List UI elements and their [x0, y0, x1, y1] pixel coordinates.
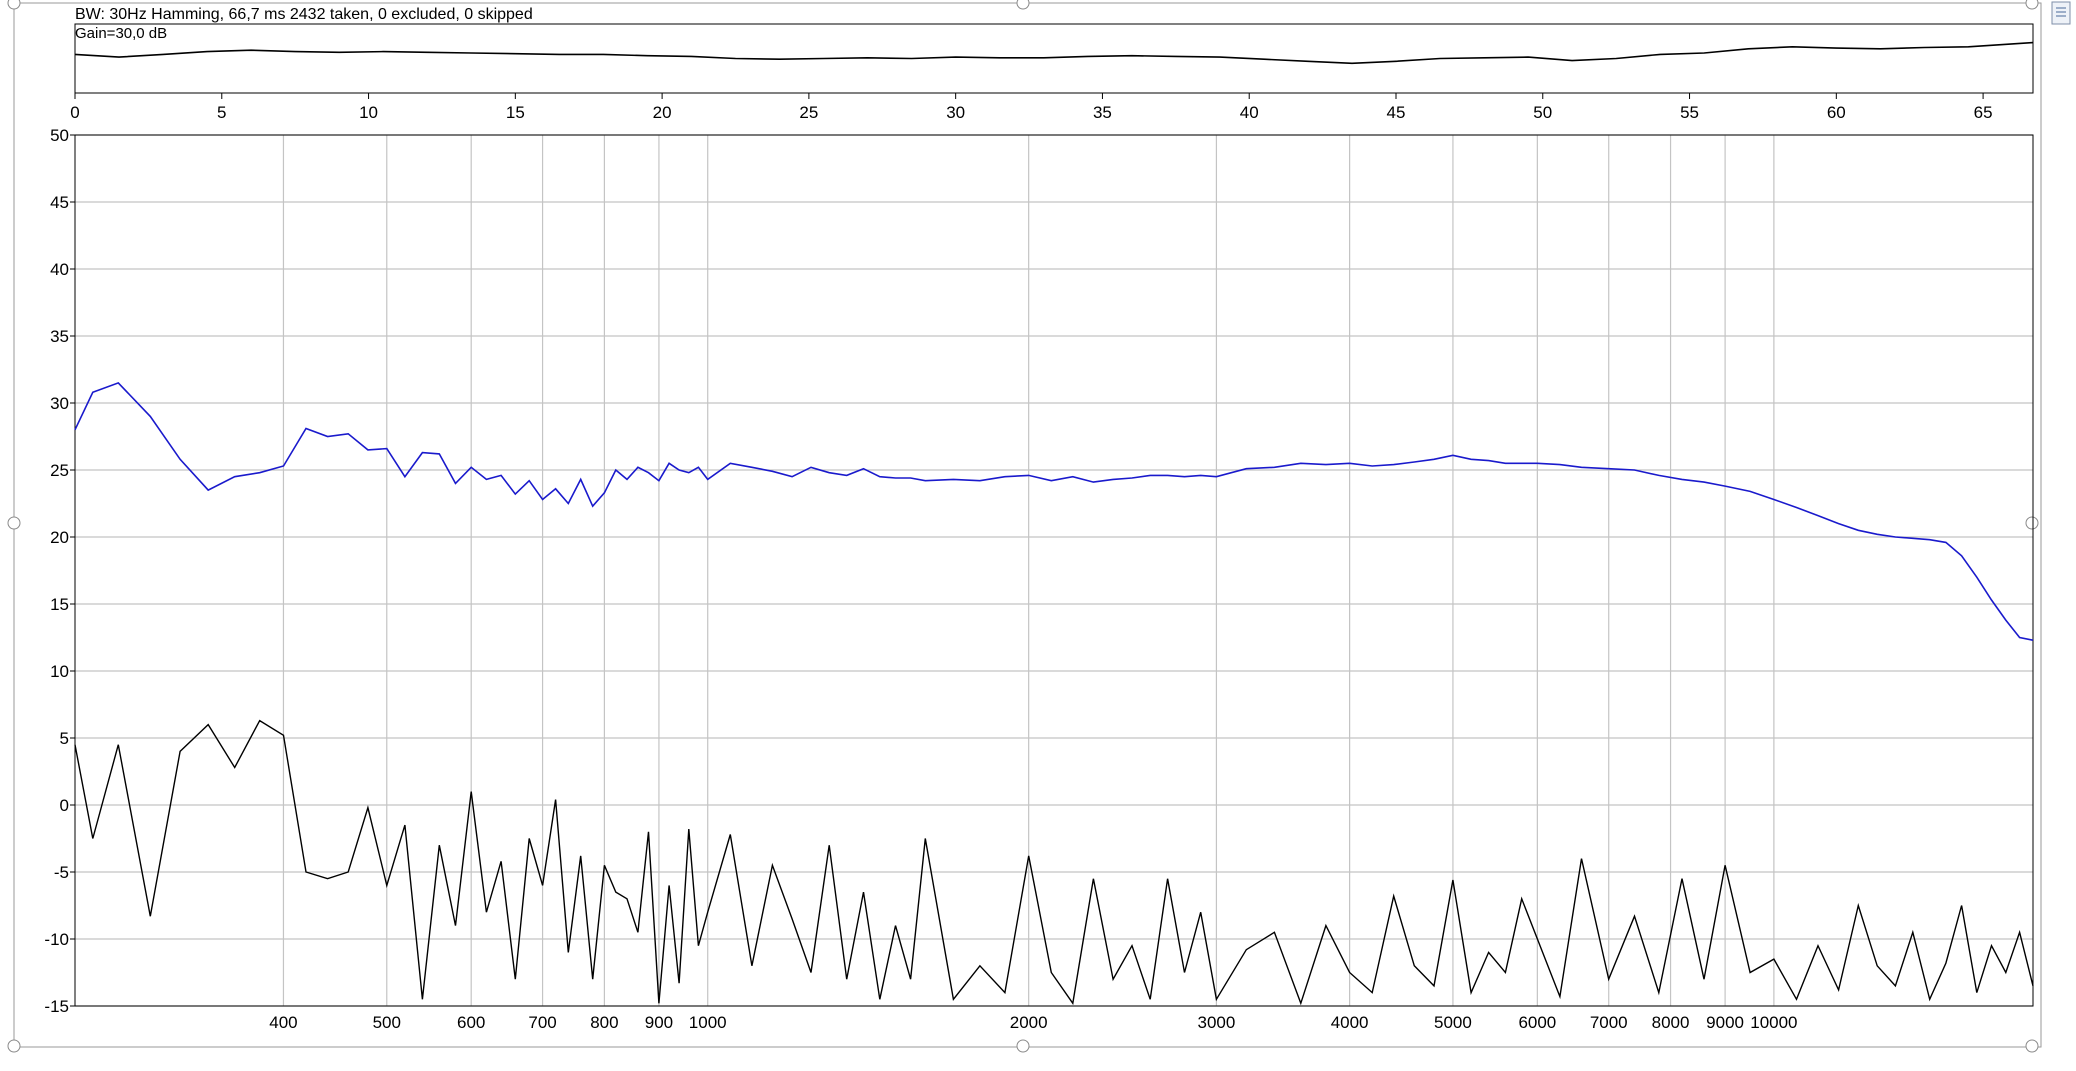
y-tick-label: 20 [50, 528, 69, 547]
time-strip-ticks: 0 5 10 15 20 25 30 35 40 45 50 55 60 65 [70, 93, 1993, 122]
resize-handle-icon[interactable] [1016, 1039, 1030, 1053]
chart-canvas: BW: 30Hz Hamming, 66,7 ms 2432 taken, 0 … [7, 0, 2071, 1053]
time-strip-tick-label: 60 [1827, 103, 1846, 122]
noise-series-line [74, 719, 2034, 1006]
resize-handle-icon[interactable] [1016, 0, 1030, 10]
x-tick-label: 8000 [1652, 1013, 1690, 1032]
x-tick-label: 6000 [1518, 1013, 1556, 1032]
chart-options-icon[interactable] [2051, 1, 2071, 25]
x-tick-label: 800 [590, 1013, 618, 1032]
time-strip-tick-label: 50 [1533, 103, 1552, 122]
y-tick-label: -15 [44, 997, 69, 1016]
x-tick-label: 3000 [1197, 1013, 1235, 1032]
gain-label: Gain=30,0 dB [75, 25, 167, 42]
x-tick-label: 7000 [1590, 1013, 1628, 1032]
spectrum-series-line [74, 381, 2034, 641]
time-strip-tick-label: 35 [1093, 103, 1112, 122]
resize-handle-icon[interactable] [7, 516, 21, 530]
x-tick-label: 600 [457, 1013, 485, 1032]
time-strip-tick-label: 25 [799, 103, 818, 122]
x-tick-label: 1000 [689, 1013, 727, 1032]
plot-frame [74, 134, 2034, 1007]
time-strip-tick-label: 10 [359, 103, 378, 122]
time-strip-tick-label: 0 [70, 103, 79, 122]
y-tick-label: 40 [50, 260, 69, 279]
x-tick-label: 4000 [1331, 1013, 1369, 1032]
selection-frame [13, 2, 2042, 1048]
y-tick-label: 35 [50, 327, 69, 346]
x-tick-label: 700 [528, 1013, 556, 1032]
y-tick-label: 50 [50, 126, 69, 145]
resize-handle-icon[interactable] [7, 0, 21, 10]
time-strip-line [74, 41, 2034, 65]
resize-handle-icon[interactable] [2025, 1039, 2039, 1053]
x-tick-label: 500 [373, 1013, 401, 1032]
time-strip-panel: 0 5 10 15 20 25 30 35 40 45 50 55 60 65 [70, 23, 2034, 122]
x-tick-label: 900 [645, 1013, 673, 1032]
resize-handle-icon[interactable] [7, 1039, 21, 1053]
time-strip-frame [74, 23, 2034, 94]
time-strip-tick-label: 65 [1974, 103, 1993, 122]
x-tick-label: 10000 [1750, 1013, 1797, 1032]
plot-grid [75, 134, 2033, 1007]
x-tick-label: 2000 [1010, 1013, 1048, 1032]
x-tick-label: 400 [269, 1013, 297, 1032]
y-tick-label: 30 [50, 394, 69, 413]
resize-handle-icon[interactable] [2025, 516, 2039, 530]
y-tick-label: 10 [50, 662, 69, 681]
y-tick-label: 15 [50, 595, 69, 614]
y-tick-label: 25 [50, 461, 69, 480]
time-strip-tick-label: 45 [1387, 103, 1406, 122]
bw-info-label: BW: 30Hz Hamming, 66,7 ms 2432 taken, 0 … [75, 6, 533, 23]
y-tick-label: 5 [60, 729, 69, 748]
y-tick-label: 0 [60, 796, 69, 815]
resize-handle-icon[interactable] [2025, 0, 2039, 10]
y-tick-label: 45 [50, 193, 69, 212]
time-strip-tick-label: 20 [653, 103, 672, 122]
time-strip-tick-label: 5 [217, 103, 226, 122]
x-tick-label: 9000 [1706, 1013, 1744, 1032]
time-strip-tick-label: 40 [1240, 103, 1259, 122]
resize-handles [7, 0, 2039, 1053]
y-tick-label: -5 [54, 863, 69, 882]
x-tick-label: 5000 [1434, 1013, 1472, 1032]
time-strip-tick-label: 55 [1680, 103, 1699, 122]
y-tick-label: -10 [44, 930, 69, 949]
axis-tick-labels: 400 500 600 700 800 900 1000 2000 3000 4000 5000 60… [44, 126, 1797, 1032]
spectrum-plot: 400 500 600 700 800 900 1000 2000 3000 4000 5000 60… [44, 126, 2034, 1032]
time-strip-tick-label: 15 [506, 103, 525, 122]
time-strip-tick-label: 30 [946, 103, 965, 122]
